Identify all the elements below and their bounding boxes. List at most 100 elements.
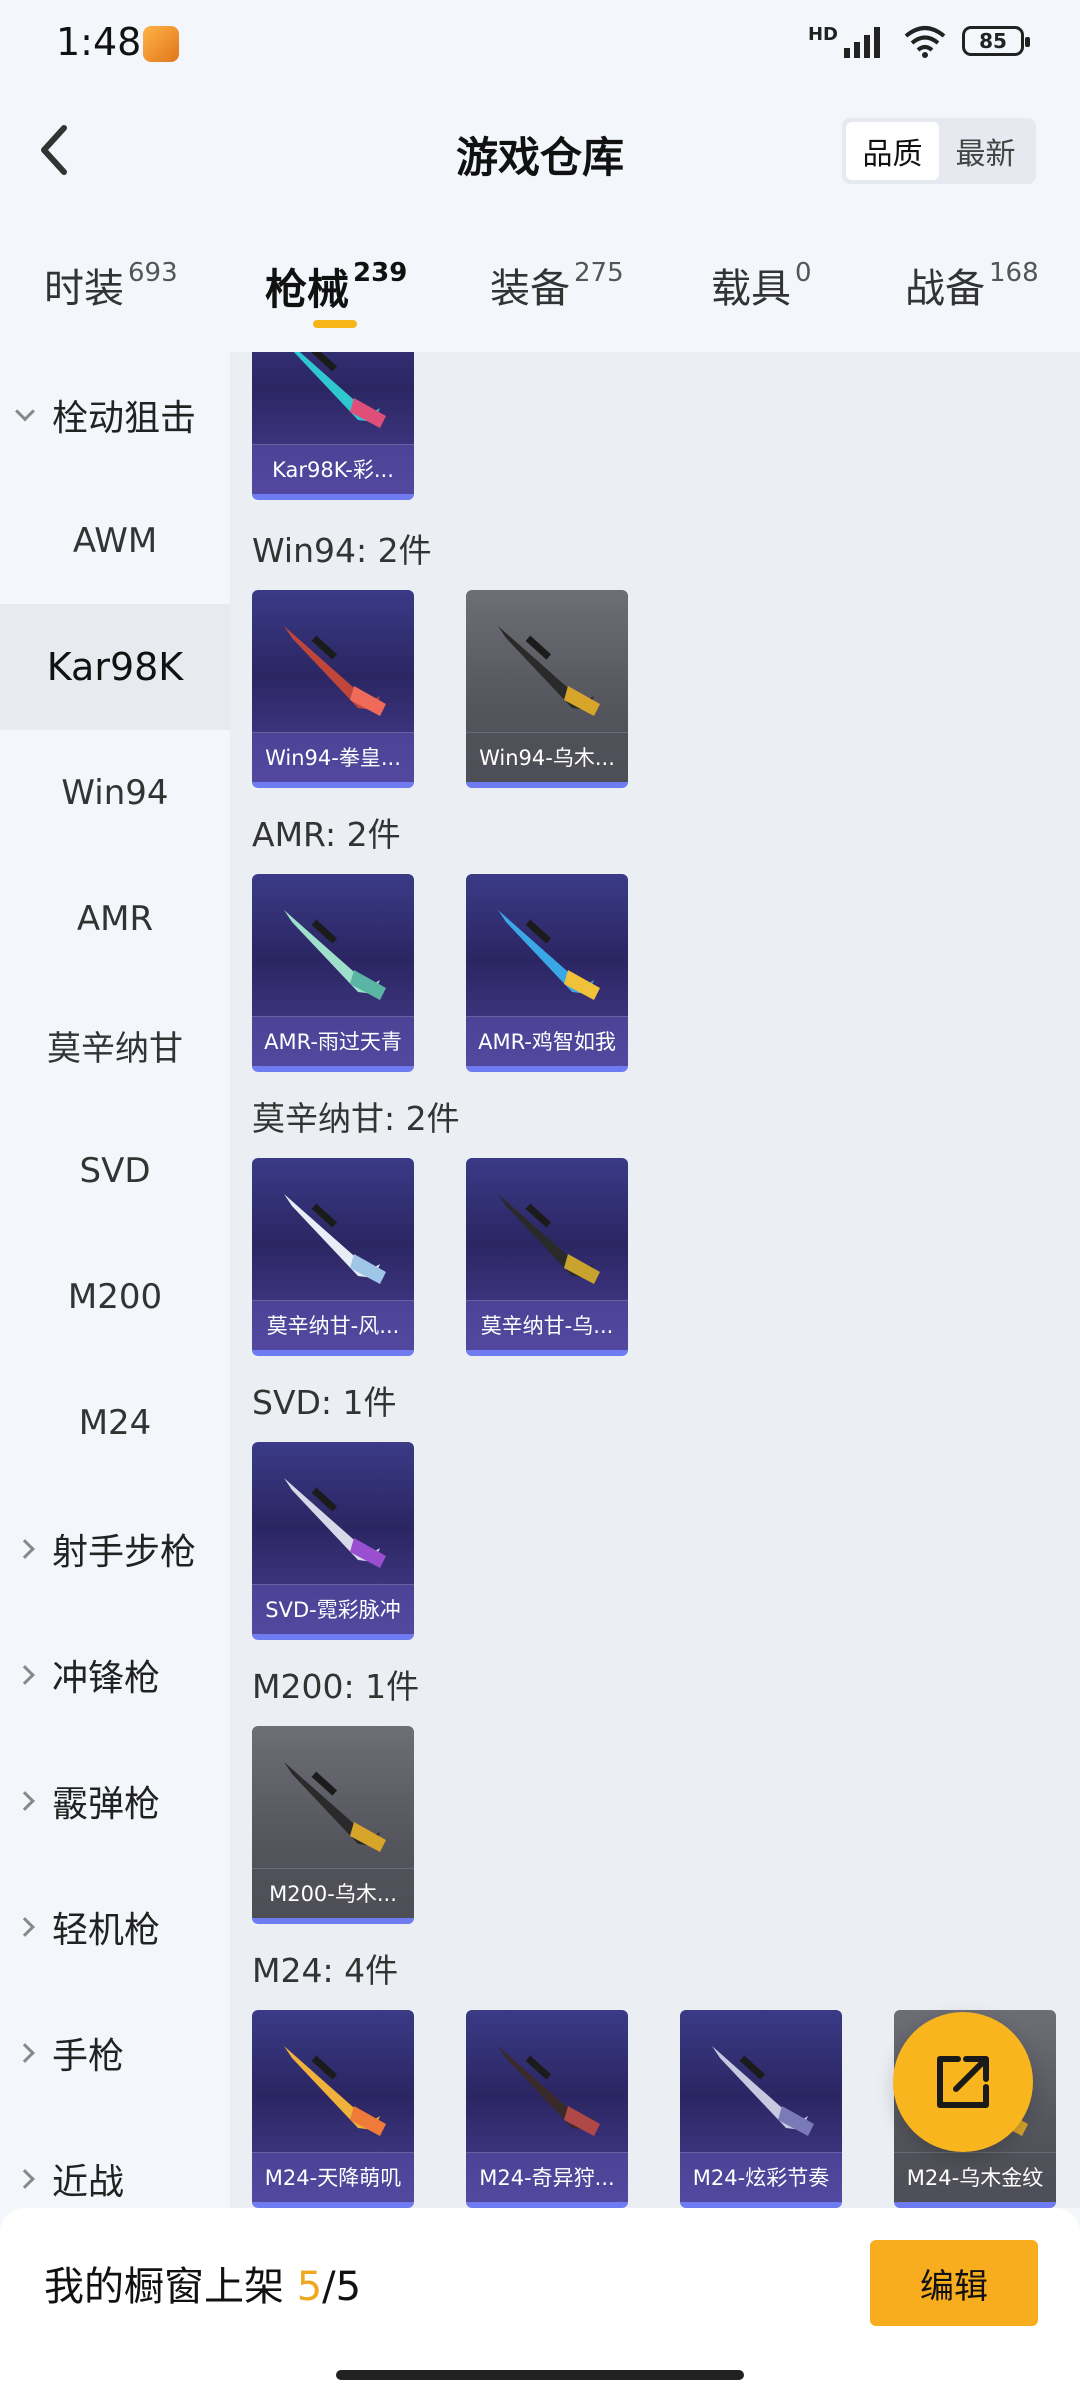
tab-vehicles[interactable]: 载具 0 — [711, 256, 812, 336]
tab-count: 239 — [353, 258, 408, 288]
section-title: AMR: 2件 — [252, 815, 401, 854]
rifle-icon — [498, 2046, 600, 2136]
hd-label: HD — [807, 23, 838, 45]
tab-label: 枪械 — [265, 265, 350, 314]
sort-newest-button[interactable]: 最新 — [939, 122, 1032, 180]
showcase-count: 5 — [296, 2264, 323, 2310]
sidebar-group-pistol[interactable]: 手枪 — [0, 1990, 230, 2116]
rifle-icon — [284, 1194, 386, 1284]
sidebar-item-m200[interactable]: M200 — [0, 1234, 230, 1360]
home-indicator[interactable] — [336, 2370, 744, 2380]
skin-card[interactable]: 莫辛纳甘-风... — [252, 1158, 414, 1356]
category-tabs: 时装 693 枪械 239 装备 275 载具 0 战备 168 — [0, 240, 1080, 350]
chevron-right-icon — [15, 2043, 35, 2063]
rifle-stock — [778, 2106, 814, 2136]
skin-card[interactable]: Win94-拳皇... — [252, 590, 414, 788]
tab-supplies[interactable]: 战备 168 — [905, 256, 1039, 336]
section-title: 莫辛纳甘: 2件 — [252, 1099, 460, 1138]
skin-card[interactable]: SVD-霓彩脉冲 — [252, 1442, 414, 1640]
chevron-down-icon — [15, 401, 35, 422]
sidebar-item-awm[interactable]: AWM — [0, 478, 230, 604]
rifle-stock — [350, 398, 386, 428]
sidebar-item-amr[interactable]: AMR — [0, 856, 230, 982]
tab-count: 168 — [989, 258, 1039, 288]
skin-card-label: Kar98K-彩... — [252, 444, 414, 494]
signal-icon — [844, 27, 880, 58]
skin-card-kar98k[interactable]: Kar98K-彩... — [252, 352, 414, 500]
section-title: SVD: 1件 — [252, 1383, 397, 1422]
weapon-type-sidebar: 栓动狙击 AWM Kar98K Win94 AMR 莫辛纳甘 SVD M200 … — [0, 352, 230, 2208]
sidebar-group-smg[interactable]: 冲锋枪 — [0, 1612, 230, 1738]
sidebar-item-m24[interactable]: M24 — [0, 1360, 230, 1486]
chevron-right-icon — [15, 1917, 35, 1937]
sidebar-group-label: 近战 — [52, 2162, 125, 2203]
section-title: M200: 1件 — [252, 1667, 420, 1706]
skin-card[interactable]: M24-奇异狩... — [466, 2010, 628, 2208]
tab-count: 275 — [574, 258, 624, 288]
tab-label: 载具 — [711, 266, 791, 312]
skin-card[interactable]: AMR-鸡智如我 — [466, 874, 628, 1072]
rifle-stock — [564, 686, 600, 716]
skin-card-label: 莫辛纳甘-乌... — [466, 1300, 628, 1350]
sidebar-group-bolt-sniper[interactable]: 栓动狙击 — [0, 352, 230, 478]
tab-label: 装备 — [490, 266, 570, 312]
rifle-stock — [564, 1254, 600, 1284]
skin-card[interactable]: M24-炫彩节奏 — [680, 2010, 842, 2208]
sidebar-item-mosin[interactable]: 莫辛纳甘 — [0, 982, 230, 1108]
header: 游戏仓库 品质 最新 — [0, 100, 1080, 200]
chevron-right-icon — [15, 2169, 35, 2189]
sidebar-group-lmg[interactable]: 轻机枪 — [0, 1864, 230, 1990]
sidebar-group-label: 冲锋枪 — [52, 1658, 161, 1699]
sidebar-group-label: 栓动狙击 — [52, 398, 197, 439]
share-external-icon — [937, 2056, 989, 2108]
skin-card-label: M24-奇异狩... — [466, 2152, 628, 2202]
skin-card[interactable]: M24-天降萌叽 — [252, 2010, 414, 2208]
sidebar-item-kar98k[interactable]: Kar98K — [0, 604, 230, 730]
skin-card-label: Win94-乌木... — [466, 732, 628, 782]
rifle-icon — [498, 626, 600, 716]
chevron-right-icon — [15, 1665, 35, 1685]
rifle-stock — [350, 970, 386, 1000]
app-notification-icon — [143, 26, 179, 62]
tab-equipment[interactable]: 装备 275 — [490, 256, 624, 336]
skin-card-label: AMR-雨过天青 — [252, 1016, 414, 1066]
edit-button[interactable]: 编辑 — [870, 2240, 1038, 2326]
rifle-stock — [350, 2106, 386, 2136]
showcase-bar: 我的橱窗上架 5/5 编辑 — [0, 2208, 1080, 2400]
skin-card-label: M24-天降萌叽 — [252, 2152, 414, 2202]
sidebar-item-win94[interactable]: Win94 — [0, 730, 230, 856]
skin-card[interactable]: M200-乌木... — [252, 1726, 414, 1924]
active-tab-indicator — [313, 320, 357, 328]
tab-label: 时装 — [44, 266, 124, 312]
rifle-stock — [350, 1254, 386, 1284]
tab-label: 战备 — [905, 266, 985, 312]
rifle-stock — [350, 1538, 386, 1568]
sidebar-group-shotgun[interactable]: 霰弹枪 — [0, 1738, 230, 1864]
skin-card-label: AMR-鸡智如我 — [466, 1016, 628, 1066]
rifle-icon — [284, 1478, 386, 1568]
skin-grid: Kar98K-彩... Win94: 2件 Win94-拳皇... Win94-… — [230, 352, 1080, 2208]
share-button[interactable] — [893, 2012, 1033, 2152]
chevron-right-icon — [15, 1539, 35, 1559]
skin-card[interactable]: AMR-雨过天青 — [252, 874, 414, 1072]
skin-card[interactable]: 莫辛纳甘-乌... — [466, 1158, 628, 1356]
tab-count: 693 — [128, 258, 178, 288]
status-icons: HD 85 — [807, 23, 1030, 58]
showcase-label: 我的橱窗上架 — [44, 2264, 297, 2310]
rifle-icon — [284, 1762, 386, 1852]
status-bar: 1:48 HD 85 — [0, 0, 1080, 90]
rifle-icon — [284, 910, 386, 1000]
sort-quality-button[interactable]: 品质 — [846, 122, 939, 180]
sidebar-group-dmr[interactable]: 射手步枪 — [0, 1486, 230, 1612]
tab-fashion[interactable]: 时装 693 — [44, 256, 178, 336]
showcase-status: 我的橱窗上架 5/5 — [44, 2254, 361, 2312]
rifle-stock — [564, 970, 600, 1000]
rifle-icon — [498, 910, 600, 1000]
battery-icon: 85 — [962, 26, 1030, 56]
skin-card-label: Win94-拳皇... — [252, 732, 414, 782]
sidebar-group-label: 霰弹枪 — [52, 1784, 161, 1825]
rifle-icon — [712, 2046, 814, 2136]
skin-card[interactable]: Win94-乌木... — [466, 590, 628, 788]
sidebar-item-svd[interactable]: SVD — [0, 1108, 230, 1234]
chevron-right-icon — [15, 1791, 35, 1811]
